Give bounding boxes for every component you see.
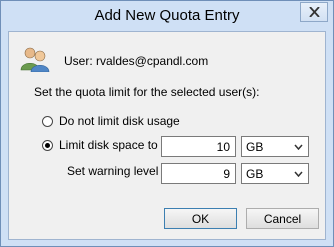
- ok-button[interactable]: OK: [164, 208, 237, 229]
- title-bar[interactable]: Add New Quota Entry: [1, 1, 333, 31]
- warning-unit-select[interactable]: GB: [241, 163, 309, 184]
- limit-unit-value: GB: [246, 140, 264, 154]
- no-limit-radio[interactable]: [42, 115, 53, 127]
- user-label: User:: [64, 54, 93, 68]
- users-icon: [20, 47, 50, 72]
- limit-value-input[interactable]: 10: [161, 136, 236, 157]
- chevron-down-icon: [294, 144, 303, 150]
- no-limit-option[interactable]: Do not limit disk usage: [42, 114, 180, 128]
- close-icon: [309, 7, 320, 17]
- warning-label: Set warning level to: [67, 164, 172, 178]
- cancel-button[interactable]: Cancel: [246, 208, 319, 229]
- instruction-text: Set the quota limit for the selected use…: [34, 85, 260, 99]
- close-button[interactable]: [300, 2, 328, 22]
- limit-unit-select[interactable]: GB: [241, 136, 309, 157]
- limit-radio[interactable]: [42, 139, 53, 151]
- dialog-body: User: rvaldes@cpandl.com Set the quota l…: [8, 31, 326, 240]
- warning-value-input[interactable]: 9: [161, 163, 236, 184]
- dialog-title: Add New Quota Entry: [94, 7, 240, 24]
- limit-label: Limit disk space to: [59, 138, 158, 152]
- quota-dialog: Add New Quota Entry User: rvaldes@cpandl…: [0, 0, 334, 247]
- user-value: rvaldes@cpandl.com: [96, 54, 209, 68]
- limit-option[interactable]: Limit disk space to: [42, 138, 158, 152]
- no-limit-label: Do not limit disk usage: [59, 114, 180, 128]
- chevron-down-icon: [294, 171, 303, 177]
- warning-unit-value: GB: [246, 167, 264, 181]
